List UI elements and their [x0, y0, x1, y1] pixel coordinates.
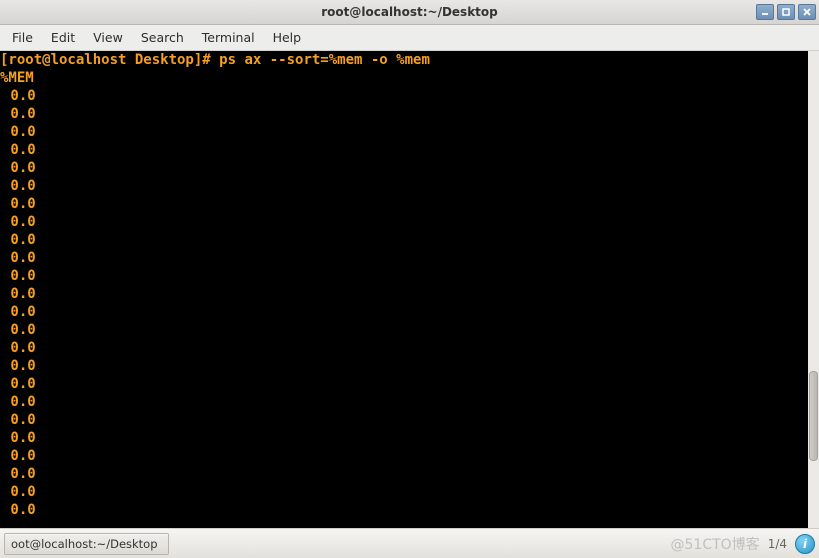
terminal-output-row: 0.0 — [0, 142, 36, 158]
maximize-icon — [781, 7, 791, 17]
close-button[interactable] — [798, 4, 816, 20]
terminal-output-row: 0.0 — [0, 196, 36, 212]
terminal-command: ps ax --sort=%mem -o %mem — [219, 52, 430, 68]
terminal-output-row: 0.0 — [0, 502, 36, 518]
terminal-output-row: 0.0 — [0, 88, 36, 104]
terminal-output-row: 0.0 — [0, 412, 36, 428]
terminal-output-row: 0.0 — [0, 160, 36, 176]
menu-edit[interactable]: Edit — [42, 26, 84, 49]
menu-bar: File Edit View Search Terminal Help — [0, 25, 819, 51]
close-icon — [802, 7, 812, 17]
terminal-output-row: 0.0 — [0, 484, 36, 500]
terminal-output-row: 0.0 — [0, 340, 36, 356]
window-titlebar: root@localhost:~/Desktop — [0, 0, 819, 25]
terminal-output-row: 0.0 — [0, 268, 36, 284]
terminal-scrollbar-thumb[interactable] — [809, 371, 818, 461]
maximize-button[interactable] — [777, 4, 795, 20]
terminal-output-row: 0.0 — [0, 124, 36, 140]
terminal-output-row: 0.0 — [0, 304, 36, 320]
info-icon[interactable]: i — [795, 534, 815, 554]
terminal-output-row: 0.0 — [0, 322, 36, 338]
terminal-output-row: 0.0 — [0, 376, 36, 392]
terminal-output-row: 0.0 — [0, 358, 36, 374]
page-indicator: 1/4 — [768, 537, 787, 551]
terminal[interactable]: [root@localhost Desktop]# ps ax --sort=%… — [0, 51, 808, 528]
window-controls — [756, 4, 819, 20]
watermark-text: @51CTO博客 — [671, 534, 760, 554]
terminal-output-row: 0.0 — [0, 250, 36, 266]
terminal-output-row: 0.0 — [0, 232, 36, 248]
terminal-output-row: 0.0 — [0, 106, 36, 122]
menu-search[interactable]: Search — [132, 26, 193, 49]
terminal-column-header: %MEM — [0, 70, 34, 86]
menu-view[interactable]: View — [84, 26, 132, 49]
terminal-output-row: 0.0 — [0, 286, 36, 302]
taskbar-window-button[interactable]: oot@localhost:~/Desktop — [4, 533, 169, 555]
terminal-scrollbar[interactable] — [808, 51, 819, 528]
terminal-prompt: [root@localhost Desktop]# — [0, 52, 219, 68]
menu-help[interactable]: Help — [264, 26, 311, 49]
terminal-panel: [root@localhost Desktop]# ps ax --sort=%… — [0, 51, 819, 528]
taskbar-right: @51CTO博客 1/4 i — [671, 534, 815, 554]
terminal-output-row: 0.0 — [0, 214, 36, 230]
terminal-output-row: 0.0 — [0, 394, 36, 410]
minimize-button[interactable] — [756, 4, 774, 20]
terminal-output-row: 0.0 — [0, 430, 36, 446]
terminal-output-row: 0.0 — [0, 466, 36, 482]
taskbar: oot@localhost:~/Desktop @51CTO博客 1/4 i — [0, 528, 819, 558]
menu-terminal[interactable]: Terminal — [193, 26, 264, 49]
menu-file[interactable]: File — [3, 26, 42, 49]
window-title: root@localhost:~/Desktop — [0, 5, 819, 19]
minimize-icon — [760, 7, 770, 17]
terminal-output-row: 0.0 — [0, 448, 36, 464]
terminal-output-row: 0.0 — [0, 178, 36, 194]
